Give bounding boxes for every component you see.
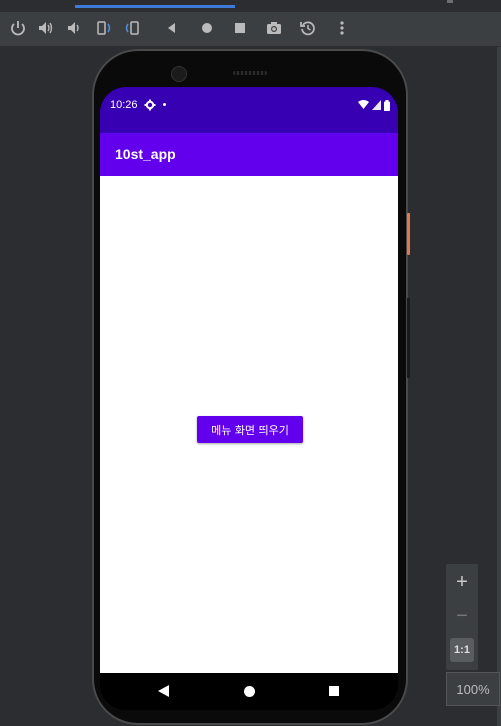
back-button[interactable]	[160, 16, 184, 40]
app-bar: 10st_app	[100, 133, 398, 176]
zoom-level-indicator: 100%	[446, 672, 500, 706]
earpiece-speaker	[233, 71, 267, 75]
nav-recents-icon[interactable]	[329, 686, 339, 696]
zoom-out-button[interactable]: −	[450, 604, 474, 628]
home-button[interactable]	[195, 16, 219, 40]
zoom-controls: + − 1:1	[446, 564, 478, 670]
top-indicator	[447, 0, 453, 3]
nav-back-icon[interactable]	[158, 685, 169, 697]
settings-gear-icon	[144, 99, 156, 111]
home-icon	[202, 23, 212, 33]
loading-progress-bar	[75, 5, 235, 8]
navigation-bar	[100, 673, 398, 710]
emulator-toolbar	[0, 12, 501, 47]
notification-dot-icon	[163, 103, 166, 106]
nav-home-icon[interactable]	[244, 686, 255, 697]
battery-icon	[384, 99, 390, 111]
front-camera	[171, 66, 187, 82]
power-button[interactable]	[6, 16, 30, 40]
zoom-in-button[interactable]: +	[450, 570, 474, 594]
status-bar: 10:26	[100, 87, 398, 133]
power-icon	[11, 21, 25, 36]
side-volume-button[interactable]	[407, 298, 410, 378]
volume-up-button[interactable]	[34, 16, 58, 40]
screenshot-button[interactable]	[262, 16, 286, 40]
side-power-button[interactable]	[407, 213, 410, 255]
main-content: 메뉴 화면 띄우기	[100, 176, 398, 673]
volume-down-button[interactable]	[62, 16, 86, 40]
back-icon	[168, 23, 175, 33]
wifi-icon	[358, 100, 369, 109]
overview-button[interactable]	[228, 16, 252, 40]
more-options-button[interactable]	[330, 16, 354, 40]
rotate-right-button[interactable]	[120, 16, 144, 40]
camera-icon	[267, 22, 281, 34]
rotate-right-icon	[125, 21, 139, 35]
rotate-left-icon	[97, 21, 111, 35]
cellular-signal-icon	[372, 100, 381, 110]
show-menu-button[interactable]: 메뉴 화면 띄우기	[197, 416, 303, 443]
top-strip	[0, 0, 501, 10]
phone-screen: 10:26 10st_app 메뉴 화면 띄우기	[100, 87, 398, 710]
emulator-window: 10:26 10st_app 메뉴 화면 띄우기 + − 1:1 100%	[0, 0, 501, 726]
volume-down-icon	[68, 22, 79, 34]
status-time: 10:26	[110, 99, 138, 111]
right-edge	[497, 47, 501, 726]
overview-icon	[235, 23, 245, 33]
snapshot-button[interactable]	[296, 16, 320, 40]
more-icon	[340, 21, 344, 35]
rotate-left-button[interactable]	[92, 16, 116, 40]
status-icons	[358, 99, 390, 111]
snapshot-icon	[300, 21, 315, 36]
app-title: 10st_app	[115, 146, 176, 162]
volume-up-icon	[39, 22, 53, 34]
zoom-actual-size-button[interactable]: 1:1	[450, 638, 474, 662]
